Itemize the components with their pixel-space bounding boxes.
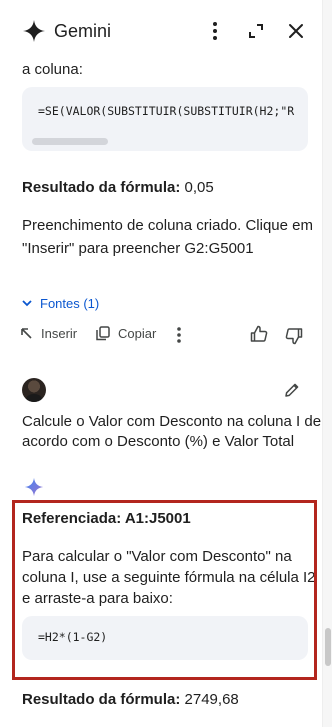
open-full-icon	[249, 24, 263, 38]
user-prompt-line-2: acordo com o Desconto (%) e Valor Total	[22, 433, 295, 450]
copy-button[interactable]: Copiar	[96, 326, 156, 341]
open-full-button[interactable]	[242, 17, 270, 45]
annotation-highlight-box	[12, 500, 317, 680]
more-actions-button[interactable]	[177, 327, 189, 343]
response-text-tail: a coluna:	[22, 61, 83, 78]
insert-button[interactable]: Inserir	[20, 326, 77, 341]
result-value: 0,05	[184, 179, 214, 196]
code-text: =SE(VALOR(SUBSTITUIR(SUBSTITUIR(H2;"R	[38, 104, 295, 118]
insert-label: Inserir	[41, 326, 78, 341]
panel-scrollbar[interactable]	[322, 0, 332, 727]
copy-label: Copiar	[118, 326, 157, 341]
result-label: Resultado da fórmula:	[22, 691, 181, 708]
response-actions: Inserir Copiar	[0, 322, 322, 348]
sources-label: Fontes (1)	[40, 295, 100, 311]
chevron-down-icon	[22, 299, 32, 306]
formula-result: Resultado da fórmula: 0,05	[22, 176, 214, 199]
panel-title: Gemini	[54, 21, 112, 41]
fill-message-line-2: "Inserir" para preencher G2:G5001	[22, 240, 254, 257]
more-vert-icon	[213, 22, 217, 40]
thumbs-up-icon	[250, 325, 268, 342]
gemini-side-panel: Gemini a coluna: =SE(VALOR(SUBSTITUIR(SU…	[0, 0, 322, 727]
result-label: Resultado da fórmula:	[22, 179, 181, 196]
fill-message-line-1: Preenchimento de coluna criado. Clique e…	[22, 217, 313, 234]
scrollbar-thumb[interactable]	[325, 628, 331, 666]
close-button[interactable]	[282, 17, 310, 45]
panel-header: Gemini	[0, 0, 322, 58]
formula-result-2: Resultado da fórmula: 2749,68	[22, 688, 239, 711]
result-value: 2749,68	[184, 691, 239, 708]
thumbs-down-button[interactable]	[285, 327, 311, 345]
close-icon	[289, 24, 303, 38]
copy-icon	[96, 326, 110, 341]
sources-toggle[interactable]: Fontes (1)	[22, 293, 99, 313]
gemini-sparkle-icon	[23, 20, 45, 42]
code-block-formula-1[interactable]: =SE(VALOR(SUBSTITUIR(SUBSTITUIR(H2;"R	[22, 87, 308, 151]
more-options-button[interactable]	[201, 17, 229, 45]
gemini-response-icon	[24, 477, 44, 497]
edit-prompt-button[interactable]	[284, 382, 308, 398]
pencil-icon	[285, 383, 299, 397]
more-vert-icon	[177, 327, 181, 343]
insert-arrow-icon	[21, 328, 32, 339]
user-avatar	[22, 378, 46, 402]
thumbs-up-button[interactable]	[250, 325, 276, 343]
code-horizontal-scrollbar[interactable]	[32, 138, 108, 145]
thumbs-down-icon	[285, 328, 303, 345]
